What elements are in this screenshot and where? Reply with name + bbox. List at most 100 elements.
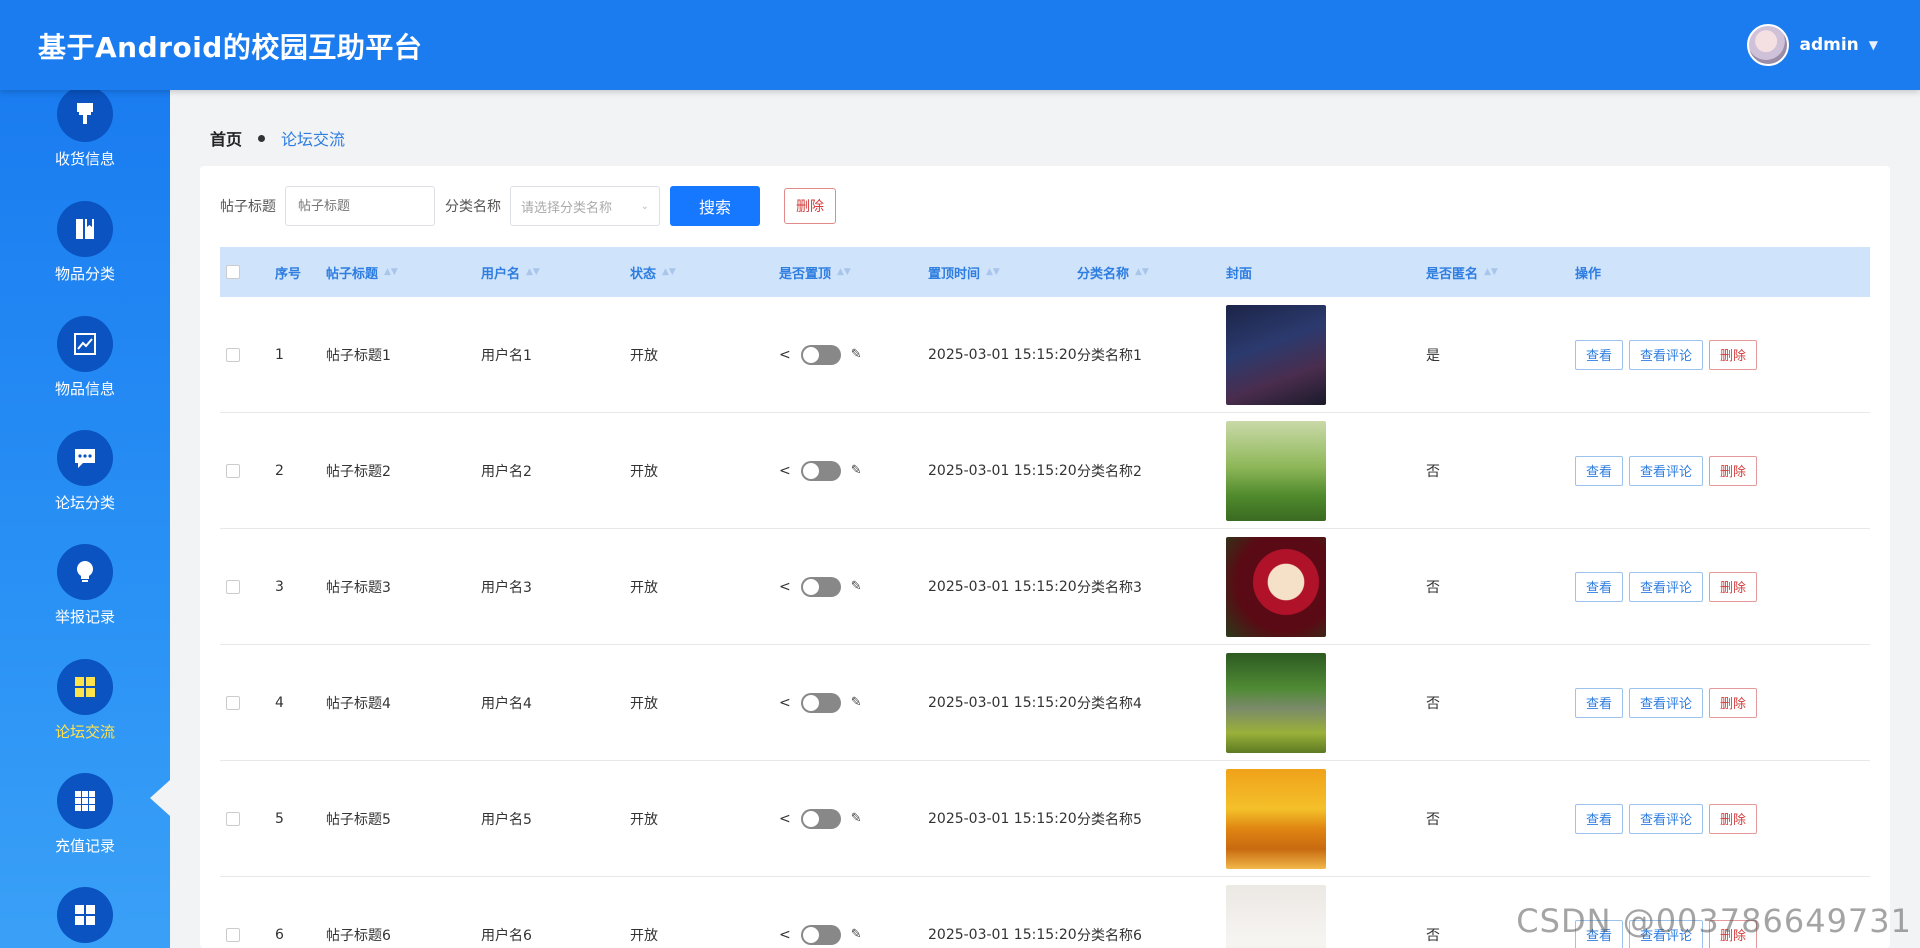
table-row: 3 帖子标题3 用户名3 开放 2025-03-01 15:15:20 分类名称3 否 < … — [220, 529, 1870, 645]
category-select[interactable]: 请选择分类名称 ⌄ — [510, 186, 660, 226]
cell-index: 3 — [275, 578, 284, 595]
cell-actions: 查看 查看评论 删除 — [1575, 761, 1758, 876]
breadcrumb-home[interactable]: 首页 — [210, 126, 242, 150]
cell-pin-time: 2025-03-01 15:15:20 — [928, 346, 1077, 363]
delete-button[interactable]: 删除 — [1709, 687, 1758, 718]
avatar[interactable] — [1747, 24, 1790, 66]
share-icon[interactable]: < — [779, 347, 791, 363]
pin-toggle[interactable] — [800, 576, 841, 597]
book-icon — [57, 201, 113, 257]
cell-title: 帖子标题5 — [326, 811, 391, 828]
username[interactable]: admin — [1799, 35, 1858, 55]
cell-anonymous: 否 — [1426, 579, 1440, 596]
sidebar-item-recharge-records[interactable]: 充值记录 — [0, 765, 170, 865]
delete-button[interactable]: 删除 — [1709, 803, 1758, 834]
view-button[interactable]: 查看 — [1575, 571, 1624, 602]
table-row: 4 帖子标题4 用户名4 开放 2025-03-01 15:15:20 分类名称4 否 < … — [220, 645, 1870, 761]
sort-icon[interactable]: ▲▼ — [837, 267, 851, 277]
cell-user: 用户名6 — [481, 927, 532, 944]
share-icon[interactable]: < — [779, 579, 791, 595]
title-search-input[interactable] — [285, 186, 435, 226]
pin-toggle[interactable] — [800, 924, 841, 945]
search-button[interactable]: 搜索 — [670, 186, 760, 226]
row-checkbox[interactable] — [226, 927, 240, 942]
delete-button[interactable]: 删除 — [1709, 571, 1758, 602]
pin-toggle[interactable] — [800, 692, 841, 713]
sidebar-item-item-info[interactable]: 物品信息 — [0, 308, 170, 408]
view-comments-button[interactable]: 查看评论 — [1629, 687, 1704, 718]
sidebar-item-forum-category[interactable]: 论坛分类 — [0, 422, 170, 522]
cell-category: 分类名称5 — [1077, 811, 1142, 828]
cell-actions: 查看 查看评论 删除 — [1575, 645, 1758, 760]
col-user[interactable]: 用户名 ▲▼ — [481, 247, 540, 297]
view-comments-button[interactable]: 查看评论 — [1629, 455, 1704, 486]
pin-toggle[interactable] — [800, 808, 841, 829]
col-anonymous[interactable]: 是否匿名 ▲▼ — [1426, 247, 1498, 297]
cell-anonymous: 否 — [1426, 463, 1440, 480]
col-pinned[interactable]: 是否置顶 ▲▼ — [779, 247, 851, 297]
chevron-down-icon[interactable]: ▼ — [1869, 38, 1878, 52]
col-status[interactable]: 状态 ▲▼ — [630, 247, 676, 297]
sort-icon[interactable]: ▲▼ — [1484, 267, 1498, 277]
sort-icon[interactable]: ▲▼ — [526, 267, 540, 277]
cell-pin-time: 2025-03-01 15:15:20 — [928, 926, 1077, 943]
sidebar-item-report-records[interactable]: 举报记录 — [0, 536, 170, 636]
cell-user: 用户名5 — [481, 811, 532, 828]
row-checkbox[interactable] — [226, 811, 240, 826]
cover-image — [1226, 652, 1326, 753]
cell-pin-time: 2025-03-01 15:15:20 — [928, 694, 1077, 711]
row-select-cell — [226, 413, 240, 528]
share-icon[interactable]: < — [779, 463, 791, 479]
sort-icon[interactable]: ▲▼ — [986, 267, 1000, 277]
view-button[interactable]: 查看 — [1575, 455, 1624, 486]
edit-icon[interactable]: ✎ — [851, 695, 862, 710]
delete-button[interactable]: 删除 — [1709, 339, 1758, 370]
edit-icon[interactable]: ✎ — [851, 811, 862, 826]
cell-index: 4 — [275, 694, 284, 711]
sort-icon[interactable]: ▲▼ — [1135, 267, 1149, 277]
sidebar-item-more[interactable] — [0, 879, 170, 948]
cell-category: 分类名称6 — [1077, 927, 1142, 944]
col-anonymous-label: 是否匿名 — [1426, 266, 1479, 282]
row-checkbox[interactable] — [226, 695, 240, 710]
row-checkbox[interactable] — [226, 347, 240, 362]
select-all-checkbox[interactable] — [226, 265, 240, 279]
sidebar-item-forum-exchange[interactable]: 论坛交流 — [0, 651, 170, 751]
cell-category: 分类名称2 — [1077, 463, 1142, 480]
view-comments-button[interactable]: 查看评论 — [1629, 339, 1704, 370]
col-pin-time[interactable]: 置顶时间 ▲▼ — [928, 247, 1000, 297]
edit-icon[interactable]: ✎ — [851, 579, 862, 594]
user-menu[interactable]: admin ▼ — [1747, 22, 1878, 68]
row-checkbox[interactable] — [226, 579, 240, 594]
share-icon[interactable]: < — [779, 927, 791, 943]
view-button[interactable]: 查看 — [1575, 803, 1624, 834]
breadcrumb: 首页 论坛交流 — [210, 126, 345, 150]
edit-icon[interactable]: ✎ — [851, 463, 862, 478]
sidebar-item-item-category[interactable]: 物品分类 — [0, 193, 170, 293]
share-icon[interactable]: < — [779, 695, 791, 711]
view-button[interactable]: 查看 — [1575, 687, 1624, 718]
row-checkbox[interactable] — [226, 463, 240, 478]
bulk-delete-button[interactable]: 删除 — [784, 188, 836, 224]
table-row: 2 帖子标题2 用户名2 开放 2025-03-01 15:15:20 分类名称2 否 < … — [220, 413, 1870, 529]
sidebar-item-label: 举报记录 — [54, 608, 115, 626]
sidebar-item-shipping-info[interactable]: 收货信息 — [0, 90, 170, 178]
view-button[interactable]: 查看 — [1575, 339, 1624, 370]
pin-toggle[interactable] — [800, 344, 841, 365]
col-actions: 操作 — [1575, 247, 1601, 297]
col-title[interactable]: 帖子标题 ▲▼ — [326, 247, 398, 297]
view-comments-button[interactable]: 查看评论 — [1629, 803, 1704, 834]
category-filter-label: 分类名称 — [445, 199, 501, 215]
view-comments-button[interactable]: 查看评论 — [1629, 571, 1704, 602]
cell-category: 分类名称1 — [1077, 347, 1142, 364]
delete-button[interactable]: 删除 — [1709, 455, 1758, 486]
sort-icon[interactable]: ▲▼ — [384, 267, 398, 277]
edit-icon[interactable]: ✎ — [851, 347, 862, 362]
col-category[interactable]: 分类名称 ▲▼ — [1077, 247, 1149, 297]
sort-icon[interactable]: ▲▼ — [662, 267, 676, 277]
pin-toggle[interactable] — [800, 460, 841, 481]
share-icon[interactable]: < — [779, 811, 791, 827]
cover-image — [1226, 304, 1326, 405]
edit-icon[interactable]: ✎ — [851, 927, 862, 942]
cell-cover — [1226, 297, 1326, 412]
